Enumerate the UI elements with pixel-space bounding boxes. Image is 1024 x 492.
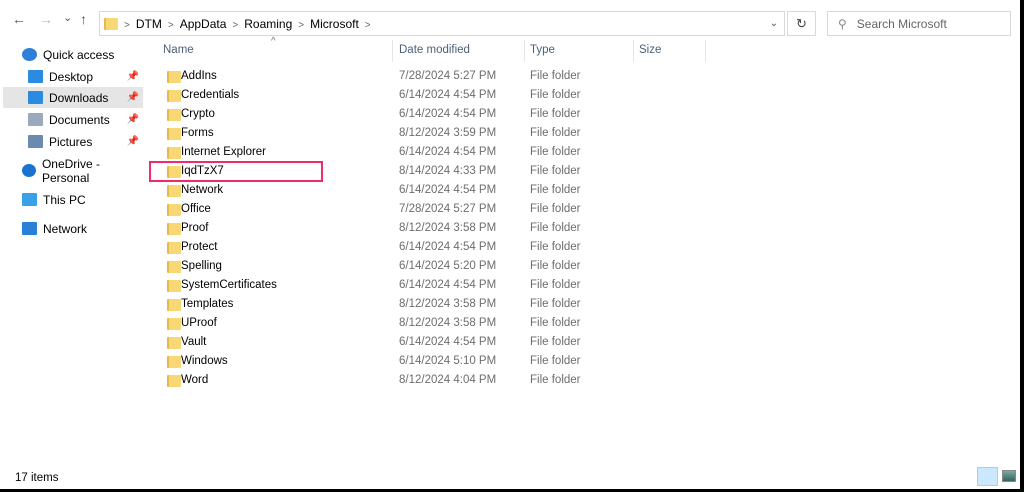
column-header-name[interactable]: Name <box>163 44 194 56</box>
chevron-right-icon[interactable]: > <box>168 20 174 31</box>
folder-icon <box>167 299 181 311</box>
pc-icon <box>22 193 37 206</box>
address-bar[interactable]: > DTM > AppData > Roaming > Microsoft > <box>99 11 785 36</box>
file-row[interactable]: Proof 8/12/2024 3:58 PM File folder <box>163 219 703 238</box>
folder-icon <box>167 261 181 273</box>
pictures-icon <box>28 135 43 148</box>
folder-icon <box>167 280 181 292</box>
breadcrumb-item[interactable]: AppData <box>180 17 227 31</box>
sidebar-item-pictures[interactable]: Pictures 📌 <box>3 131 143 152</box>
folder-icon <box>167 185 181 197</box>
file-row[interactable]: Office 7/28/2024 5:27 PM File folder <box>163 200 703 219</box>
navigation-pane: Quick access Desktop 📌 Downloads 📌 Documents 📌… <box>0 40 146 460</box>
chevron-right-icon[interactable]: > <box>124 20 130 31</box>
file-list: ^ Name Date modified Type Size AddIns 7/2… <box>147 36 1020 460</box>
file-row[interactable]: Internet Explorer 6/14/2024 4:54 PM File f… <box>163 143 703 162</box>
file-row[interactable]: SystemCertificates 6/14/2024 4:54 PM File … <box>163 276 703 295</box>
sidebar-item-this-pc[interactable]: This PC <box>3 189 143 210</box>
folder-icon <box>167 242 181 254</box>
download-icon <box>28 91 43 104</box>
chevron-right-icon[interactable]: > <box>365 20 371 31</box>
column-header-size[interactable]: Size <box>639 44 661 56</box>
folder-icon <box>167 147 181 159</box>
breadcrumb-item[interactable]: Microsoft <box>310 17 359 31</box>
status-item-count: 17 items <box>15 472 59 484</box>
folder-icon <box>167 356 181 368</box>
column-header-date[interactable]: Date modified <box>399 44 470 56</box>
column-divider[interactable] <box>705 40 706 62</box>
sidebar-item-network[interactable]: Network <box>3 218 143 239</box>
column-header-type[interactable]: Type <box>530 44 555 56</box>
folder-icon <box>167 90 181 102</box>
column-divider[interactable] <box>524 40 525 62</box>
search-icon: ⚲ <box>838 16 847 31</box>
forward-button[interactable]: → <box>39 11 53 27</box>
sidebar-item-documents[interactable]: Documents 📌 <box>3 109 143 130</box>
pin-icon[interactable]: 📌 <box>127 71 139 82</box>
column-divider[interactable] <box>633 40 634 62</box>
address-dropdown-button[interactable]: ⌄ <box>763 11 785 36</box>
folder-icon <box>167 223 181 235</box>
recent-locations-button[interactable]: ⌄ <box>63 11 72 24</box>
file-row[interactable]: UProof 8/12/2024 3:58 PM File folder <box>163 314 703 333</box>
large-icons-view-button[interactable] <box>1002 470 1016 482</box>
up-button[interactable]: ↑ <box>80 11 87 27</box>
desktop-icon <box>28 70 43 83</box>
folder-icon <box>167 71 181 83</box>
folder-icon <box>167 128 181 140</box>
file-row[interactable]: Templates 8/12/2024 3:58 PM File folder <box>163 295 703 314</box>
highlight-box <box>149 161 323 182</box>
breadcrumb-item[interactable]: Roaming <box>244 17 292 31</box>
file-row[interactable]: Crypto 6/14/2024 4:54 PM File folder <box>163 105 703 124</box>
file-explorer-window: ← → ⌄ ↑ > DTM > AppData > Roaming > Microsoft > … <box>0 0 1020 489</box>
file-row[interactable]: Forms 8/12/2024 3:59 PM File folder <box>163 124 703 143</box>
pin-icon[interactable]: 📌 <box>127 114 139 125</box>
file-row[interactable]: Spelling 6/14/2024 5:20 PM File folder <box>163 257 703 276</box>
pin-icon[interactable]: 📌 <box>127 92 139 103</box>
chevron-right-icon[interactable]: > <box>298 20 304 31</box>
navigation-bar: ← → ⌄ ↑ > DTM > AppData > Roaming > Microsoft > … <box>0 5 1020 36</box>
cloud-icon <box>22 164 36 177</box>
sidebar-item-desktop[interactable]: Desktop 📌 <box>3 66 143 87</box>
refresh-icon: ↻ <box>796 15 807 31</box>
file-row[interactable]: Windows 6/14/2024 5:10 PM File folder <box>163 352 703 371</box>
file-row[interactable]: AddIns 7/28/2024 5:27 PM File folder <box>163 67 703 86</box>
sidebar-item-downloads[interactable]: Downloads 📌 <box>3 87 143 108</box>
file-row[interactable]: Word 8/12/2024 4:04 PM File folder <box>163 371 703 390</box>
file-row[interactable]: Network 6/14/2024 4:54 PM File folder <box>163 181 703 200</box>
column-divider[interactable] <box>392 40 393 62</box>
documents-icon <box>28 113 43 126</box>
sort-ascending-icon: ^ <box>271 36 276 47</box>
folder-icon <box>167 375 181 387</box>
refresh-button[interactable]: ↻ <box>787 11 816 36</box>
file-row[interactable]: Protect 6/14/2024 4:54 PM File folder <box>163 238 703 257</box>
sidebar-item-quick-access[interactable]: Quick access <box>3 44 143 65</box>
folder-icon <box>167 318 181 330</box>
search-input[interactable]: ⚲ Search Microsoft <box>827 11 1011 36</box>
file-row[interactable]: Credentials 6/14/2024 4:54 PM File folder <box>163 86 703 105</box>
network-icon <box>22 222 37 235</box>
breadcrumb: > DTM > AppData > Roaming > Microsoft > <box>118 17 377 31</box>
folder-icon <box>167 204 181 216</box>
file-row[interactable]: Vault 6/14/2024 4:54 PM File folder <box>163 333 703 352</box>
pin-icon[interactable]: 📌 <box>127 136 139 147</box>
details-view-button[interactable] <box>977 467 998 486</box>
back-button[interactable]: ← <box>12 11 26 27</box>
chevron-right-icon[interactable]: > <box>232 20 238 31</box>
folder-icon <box>167 337 181 349</box>
folder-icon <box>167 109 181 121</box>
breadcrumb-item[interactable]: DTM <box>136 17 162 31</box>
folder-icon <box>104 17 118 30</box>
star-icon <box>22 48 37 61</box>
sidebar-item-onedrive-personal[interactable]: OneDrive - Personal <box>3 157 143 185</box>
